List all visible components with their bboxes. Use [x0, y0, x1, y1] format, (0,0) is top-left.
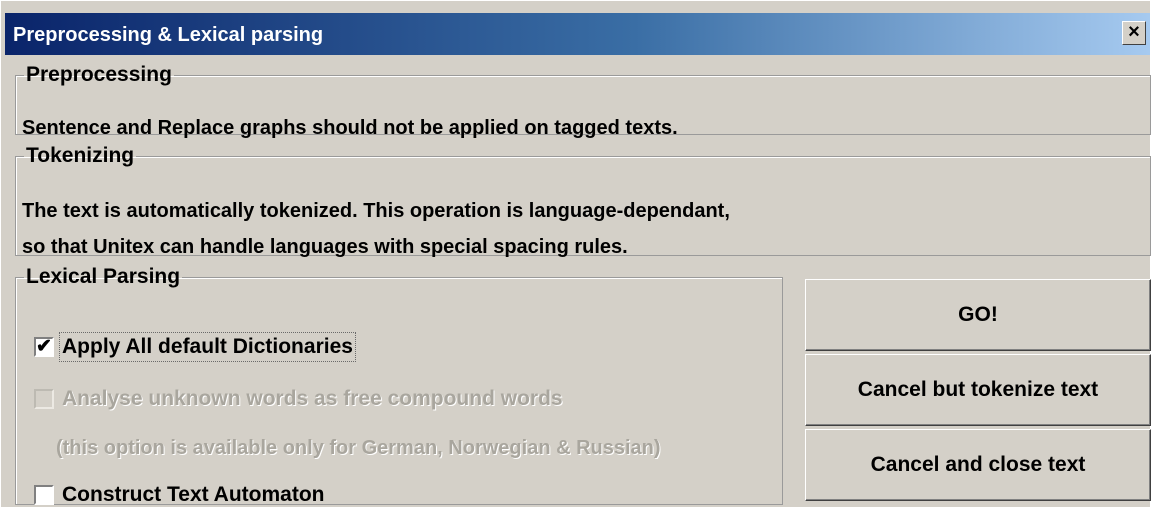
apply-dictionaries-checkbox[interactable]: ✔ Apply All default Dictionaries — [34, 332, 356, 362]
analyse-unknown-words-checkbox[interactable]: Analyse unknown words as free compound w… — [34, 387, 563, 411]
preprocessing-legend: Preprocessing — [26, 63, 172, 86]
language-availability-note: (this option is available only for Germa… — [56, 437, 661, 459]
checkbox-box[interactable] — [34, 389, 54, 409]
cancel-tokenize-button[interactable]: Cancel but tokenize text — [805, 354, 1151, 426]
title-bar[interactable]: Preprocessing & Lexical parsing × — [5, 13, 1150, 55]
construct-automaton-label: Construct Text Automaton — [62, 483, 325, 506]
checkbox-box[interactable] — [34, 485, 54, 505]
tokenizing-legend: Tokenizing — [26, 144, 135, 167]
checkbox-box[interactable]: ✔ — [34, 336, 54, 357]
close-icon[interactable]: × — [1122, 21, 1146, 45]
window-title: Preprocessing & Lexical parsing — [13, 24, 324, 46]
tokenizing-group: Tokenizing The text is automatically tok… — [15, 144, 1151, 258]
construct-automaton-checkbox[interactable]: Construct Text Automaton — [34, 483, 325, 507]
checkmark-icon: ✔ — [36, 336, 52, 357]
cancel-close-button[interactable]: Cancel and close text — [805, 429, 1151, 501]
lexical-parsing-group: Lexical Parsing ✔ Apply All default Dict… — [15, 265, 783, 507]
go-button[interactable]: GO! — [805, 279, 1151, 351]
tokenizing-text-line2: so that Unitex can handle languages with… — [22, 236, 628, 258]
analyse-unknown-words-label: Analyse unknown words as free compound w… — [62, 387, 563, 410]
lexical-parsing-legend: Lexical Parsing — [26, 265, 181, 288]
tokenizing-text-line1: The text is automatically tokenized. Thi… — [22, 200, 730, 222]
preprocessing-group: Preprocessing Sentence and Replace graph… — [15, 63, 1151, 139]
preprocessing-text: Sentence and Replace graphs should not b… — [22, 117, 678, 139]
dialog-window: Preprocessing & Lexical parsing × Prepro… — [0, 0, 1151, 508]
apply-dictionaries-label: Apply All default Dictionaries — [59, 332, 356, 362]
